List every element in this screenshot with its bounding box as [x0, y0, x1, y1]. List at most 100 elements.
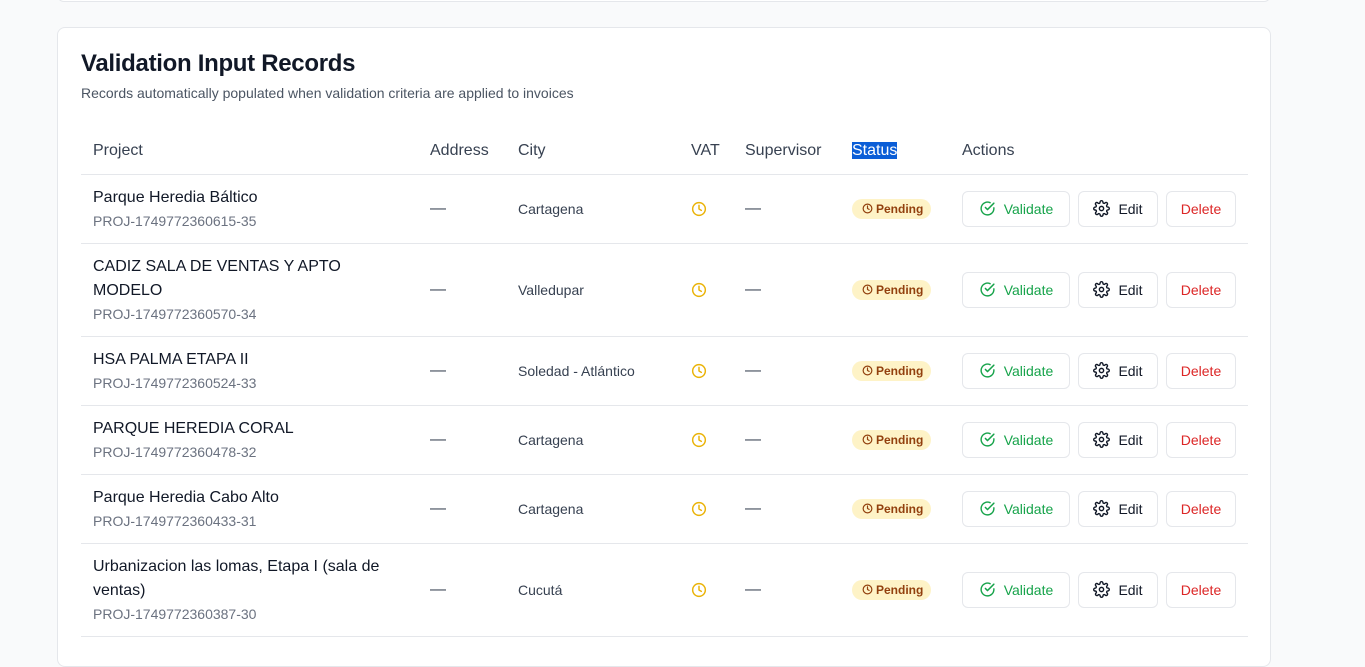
cell-actions: Validate Edit Delete: [950, 174, 1248, 244]
status-badge-label: Pending: [876, 282, 924, 297]
delete-label: Delete: [1180, 200, 1222, 217]
project-id: PROJ-1749772360615-35: [93, 212, 257, 229]
clock-icon: [691, 363, 707, 379]
validate-button[interactable]: Validate: [962, 421, 1070, 458]
cell-status: Pending: [840, 243, 950, 337]
edit-button[interactable]: Edit: [1078, 571, 1158, 608]
clock-icon: [691, 282, 707, 298]
gear-icon: [1093, 362, 1111, 379]
cell-actions: Validate Edit Delete: [950, 405, 1248, 475]
project-name: PARQUE HEREDIA CORAL: [93, 419, 294, 437]
cell-supervisor: —: [733, 243, 840, 337]
validation-records-card: Validation Input Records Records automat…: [57, 27, 1271, 667]
cell-actions: Validate Edit Delete: [950, 243, 1248, 337]
cell-status: Pending: [840, 543, 950, 637]
cell-vat: [679, 243, 733, 337]
edit-button[interactable]: Edit: [1078, 190, 1158, 227]
cell-actions: Validate Edit Delete: [950, 474, 1248, 544]
cell-project: Urbanizacion las lomas, Etapa I (sala de…: [81, 543, 418, 637]
delete-button[interactable]: Delete: [1166, 352, 1236, 389]
cell-address: —: [418, 474, 506, 544]
col-header-vat: VAT: [679, 129, 733, 175]
cell-actions: Validate Edit Delete: [950, 336, 1248, 406]
delete-button[interactable]: Delete: [1166, 490, 1236, 527]
validate-label: Validate: [1003, 281, 1054, 298]
gear-icon: [1093, 281, 1111, 298]
cell-address: —: [418, 174, 506, 244]
cell-project: HSA PALMA ETAPA II PROJ-1749772360524-33: [81, 336, 418, 406]
gear-icon: [1093, 581, 1111, 598]
cell-supervisor: —: [733, 474, 840, 544]
validate-button[interactable]: Validate: [962, 352, 1070, 389]
cell-city: Cartagena: [506, 405, 679, 475]
supervisor-value: —: [745, 280, 761, 298]
validate-button[interactable]: Validate: [962, 190, 1070, 227]
cell-address: —: [418, 543, 506, 637]
edit-button[interactable]: Edit: [1078, 490, 1158, 527]
clock-icon: [862, 503, 873, 514]
previous-card: [57, 0, 1271, 2]
validate-label: Validate: [1003, 500, 1054, 517]
address-value: —: [430, 280, 446, 298]
address-value: —: [430, 430, 446, 448]
edit-button[interactable]: Edit: [1078, 421, 1158, 458]
clock-icon: [862, 203, 873, 214]
check-circle-icon: [979, 200, 996, 217]
clock-icon: [691, 432, 707, 448]
status-badge-label: Pending: [876, 432, 924, 447]
edit-button[interactable]: Edit: [1078, 352, 1158, 389]
cell-project: Parque Heredia Cabo Alto PROJ-1749772360…: [81, 474, 418, 544]
check-circle-icon: [979, 281, 996, 298]
table-row: PARQUE HEREDIA CORAL PROJ-1749772360478-…: [81, 405, 1248, 475]
delete-button[interactable]: Delete: [1166, 421, 1236, 458]
project-id: PROJ-1749772360433-31: [93, 512, 257, 529]
edit-button[interactable]: Edit: [1078, 271, 1158, 308]
check-circle-icon: [979, 500, 996, 517]
col-header-city: City: [506, 129, 679, 175]
project-id: PROJ-1749772360478-32: [93, 443, 257, 460]
cell-status: Pending: [840, 405, 950, 475]
clock-icon: [862, 284, 873, 295]
validate-button[interactable]: Validate: [962, 490, 1070, 527]
city-value: Cucutá: [518, 581, 563, 598]
cell-supervisor: —: [733, 543, 840, 637]
supervisor-value: —: [745, 430, 761, 448]
delete-button[interactable]: Delete: [1166, 271, 1236, 308]
validate-label: Validate: [1003, 362, 1054, 379]
cell-vat: [679, 474, 733, 544]
status-badge: Pending: [852, 198, 932, 219]
address-value: —: [430, 199, 446, 217]
table-header-row: Project Address City VAT Supervisor Stat…: [81, 129, 1248, 175]
status-badge-label: Pending: [876, 201, 924, 216]
table-row: CADIZ SALA DE VENTAS Y APTO MODELO PROJ-…: [81, 243, 1248, 337]
delete-button[interactable]: Delete: [1166, 571, 1236, 608]
table-row: Urbanizacion las lomas, Etapa I (sala de…: [81, 543, 1248, 637]
delete-label: Delete: [1180, 581, 1222, 598]
supervisor-value: —: [745, 199, 761, 217]
cell-address: —: [418, 243, 506, 337]
col-header-address: Address: [418, 129, 506, 175]
cell-city: Cartagena: [506, 474, 679, 544]
project-name: Urbanizacion las lomas, Etapa I (sala de…: [93, 557, 380, 599]
validate-button[interactable]: Validate: [962, 271, 1070, 308]
edit-label: Edit: [1118, 200, 1143, 217]
cell-actions: Validate Edit Delete: [950, 543, 1248, 637]
validate-button[interactable]: Validate: [962, 571, 1070, 608]
cell-city: Cartagena: [506, 174, 679, 244]
clock-icon: [691, 201, 707, 217]
cell-supervisor: —: [733, 174, 840, 244]
edit-label: Edit: [1118, 500, 1143, 517]
project-name: Parque Heredia Báltico: [93, 188, 258, 206]
delete-button[interactable]: Delete: [1166, 190, 1236, 227]
cell-project: CADIZ SALA DE VENTAS Y APTO MODELO PROJ-…: [81, 243, 418, 337]
cell-city: Valledupar: [506, 243, 679, 337]
edit-label: Edit: [1118, 362, 1143, 379]
check-circle-icon: [979, 431, 996, 448]
status-badge: Pending: [852, 360, 932, 381]
city-value: Cartagena: [518, 200, 584, 217]
status-badge: Pending: [852, 498, 932, 519]
supervisor-value: —: [745, 580, 761, 598]
status-badge-label: Pending: [876, 501, 924, 516]
cell-status: Pending: [840, 474, 950, 544]
section-title: Validation Input Records: [81, 50, 356, 77]
